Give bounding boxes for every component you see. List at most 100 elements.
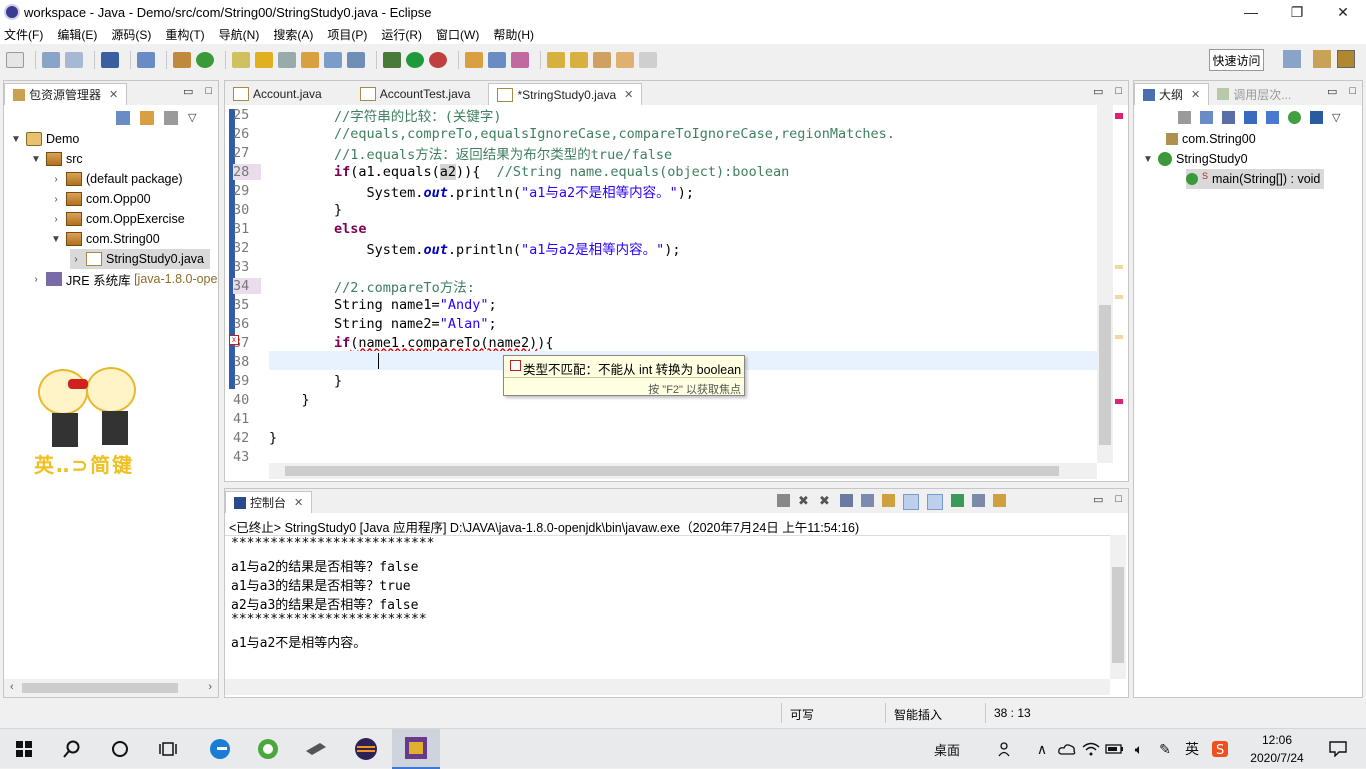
link-editor-icon[interactable]: [140, 111, 154, 125]
next-annotation-down-icon[interactable]: [547, 52, 565, 68]
close-icon[interactable]: ✕: [294, 496, 303, 509]
browser-360-icon[interactable]: [244, 729, 292, 769]
outline-package[interactable]: com.String00: [1150, 129, 1256, 149]
chevron-right-icon[interactable]: ›: [30, 274, 42, 285]
mark-occurrences-icon[interactable]: [255, 52, 273, 68]
scroll-right-icon[interactable]: ›: [208, 681, 212, 693]
maximize-view-icon[interactable]: □: [1115, 493, 1122, 506]
open-folder-icon[interactable]: [465, 52, 483, 68]
back-arrow-icon[interactable]: [616, 52, 634, 68]
warning-overview-marker[interactable]: [1115, 295, 1123, 299]
code-line[interactable]: 36 String name2="Alan";: [225, 314, 1085, 333]
ime-indicator[interactable]: 英: [1180, 729, 1204, 769]
error-overview-marker[interactable]: [1115, 399, 1123, 404]
pen-input-icon[interactable]: ✎: [1154, 729, 1176, 769]
code-line[interactable]: 33: [225, 257, 1085, 276]
tab-accounttest-java[interactable]: AccountTest.java: [352, 83, 479, 105]
menu-edit[interactable]: 编辑(E): [57, 26, 97, 43]
start-button[interactable]: [0, 729, 48, 769]
external-tools-icon[interactable]: [429, 52, 447, 68]
chevron-down-icon[interactable]: ▼: [1142, 154, 1154, 165]
scrollbar-thumb[interactable]: [1112, 567, 1124, 663]
code-line[interactable]: 41: [225, 409, 1085, 428]
hide-static-icon[interactable]: [1266, 111, 1279, 124]
tree-file-stringstudy0[interactable]: › StringStudy0.java: [70, 249, 210, 269]
next-annotation-icon[interactable]: [278, 52, 296, 68]
minimize-view-icon[interactable]: ▭: [1093, 493, 1103, 506]
chevron-up-icon[interactable]: ∧: [1032, 729, 1052, 769]
chevron-right-icon[interactable]: ›: [50, 214, 62, 225]
close-icon[interactable]: ✕: [109, 88, 118, 101]
close-icon[interactable]: ✕: [1191, 88, 1200, 101]
maximize-view-icon[interactable]: □: [205, 85, 212, 98]
save-icon[interactable]: [42, 52, 60, 68]
tab-account-java[interactable]: Account.java: [225, 83, 330, 105]
cortana-icon[interactable]: [96, 729, 144, 769]
sort-icon[interactable]: [1222, 111, 1235, 124]
code-line[interactable]: 34 //2.compareTo方法:: [225, 276, 1085, 296]
menu-run[interactable]: 运行(R): [381, 26, 422, 43]
tree-project-demo[interactable]: ▼ Demo: [10, 129, 79, 149]
editor-vertical-scrollbar[interactable]: [1097, 105, 1113, 463]
tab-package-explorer[interactable]: 包资源管理器 ✕: [4, 83, 128, 105]
debug-icon[interactable]: [383, 52, 401, 68]
minimize-view-icon[interactable]: ▭: [1327, 85, 1337, 98]
focus-task-icon[interactable]: [1178, 111, 1191, 124]
eclipse-taskbar-icon[interactable]: [342, 729, 390, 769]
menu-help[interactable]: 帮助(H): [493, 26, 534, 43]
desktop-toolbar[interactable]: 桌面: [924, 729, 970, 769]
console-horizontal-scrollbar[interactable]: [225, 679, 1110, 695]
volume-icon[interactable]: 🔈︎: [1128, 729, 1150, 769]
error-overview-marker[interactable]: [1115, 113, 1123, 119]
tab-call-hierarchy[interactable]: 调用层次...: [1209, 83, 1299, 105]
word-wrap-icon[interactable]: [882, 494, 895, 507]
menu-project[interactable]: 项目(P): [327, 26, 367, 43]
hide-fields-icon[interactable]: [1244, 111, 1257, 124]
warning-overview-marker[interactable]: [1115, 265, 1123, 269]
menu-window[interactable]: 窗口(W): [436, 26, 479, 43]
display-console-icon[interactable]: [972, 494, 985, 507]
quick-access-input[interactable]: 快速访问: [1209, 49, 1264, 71]
menu-refactor[interactable]: 重构(T): [165, 26, 204, 43]
run-icon[interactable]: [406, 52, 424, 68]
search-icon[interactable]: [488, 52, 506, 68]
terminal-icon[interactable]: [101, 52, 119, 68]
tab-stringstudy0-java[interactable]: *StringStudy0.java ✕: [488, 83, 643, 105]
open-console-icon[interactable]: [993, 494, 1006, 507]
tree-package-oppexercise[interactable]: › com.OppExercise: [50, 209, 185, 229]
chevron-right-icon[interactable]: ›: [70, 254, 82, 265]
minimize-view-icon[interactable]: ▭: [1093, 85, 1103, 98]
prev-annotation-up-icon[interactable]: [570, 52, 588, 68]
sogou-ime-icon[interactable]: S: [1208, 729, 1232, 769]
tree-package-string00[interactable]: ▼ com.String00: [50, 229, 160, 249]
code-line[interactable]: 43: [225, 447, 1085, 464]
pin-console-icon[interactable]: [951, 494, 964, 507]
scroll-left-icon[interactable]: ‹: [10, 681, 14, 693]
maximize-view-icon[interactable]: □: [1349, 85, 1356, 98]
chevron-right-icon[interactable]: ›: [50, 194, 62, 205]
error-tooltip[interactable]: 类型不匹配：不能从 int 转换为 boolean 按 "F2" 以获取焦点: [503, 355, 745, 396]
chevron-down-icon[interactable]: ▼: [10, 134, 22, 145]
minimize-view-icon[interactable]: ▭: [183, 85, 193, 98]
code-line[interactable]: 42}: [225, 428, 1085, 447]
remove-launch-icon[interactable]: ✖: [798, 494, 811, 507]
notification-center-icon[interactable]: [1318, 729, 1358, 769]
open-type-icon[interactable]: [232, 52, 250, 68]
edge-browser-icon[interactable]: [196, 729, 244, 769]
remove-all-icon[interactable]: ✖: [819, 494, 832, 507]
menu-search[interactable]: 搜索(A): [273, 26, 313, 43]
scrollbar-thumb[interactable]: [22, 683, 178, 693]
code-line[interactable]: 27 //1.equals方法：返回结果为布尔类型的true/false: [225, 143, 1085, 163]
hide-nonpublic-icon[interactable]: [1288, 111, 1301, 124]
show-on-stderr-icon[interactable]: [927, 494, 943, 510]
tab-console[interactable]: 控制台 ✕: [225, 491, 313, 513]
chevron-down-icon[interactable]: ▼: [30, 154, 42, 165]
tablet-app-icon[interactable]: [292, 729, 340, 769]
tree-src[interactable]: ▼ src: [30, 149, 83, 169]
menu-file[interactable]: 文件(F): [4, 26, 43, 43]
code-line[interactable]: 26 //equals,compreTo,equalsIgnoreCase,co…: [225, 124, 1085, 143]
code-line[interactable]: 37 if(name1.compareTo(name2)){: [225, 333, 1085, 352]
java-perspective-icon[interactable]: [1337, 50, 1355, 68]
horizontal-scrollbar[interactable]: ‹ ›: [4, 679, 218, 697]
forward-arrow-icon[interactable]: [639, 52, 657, 68]
